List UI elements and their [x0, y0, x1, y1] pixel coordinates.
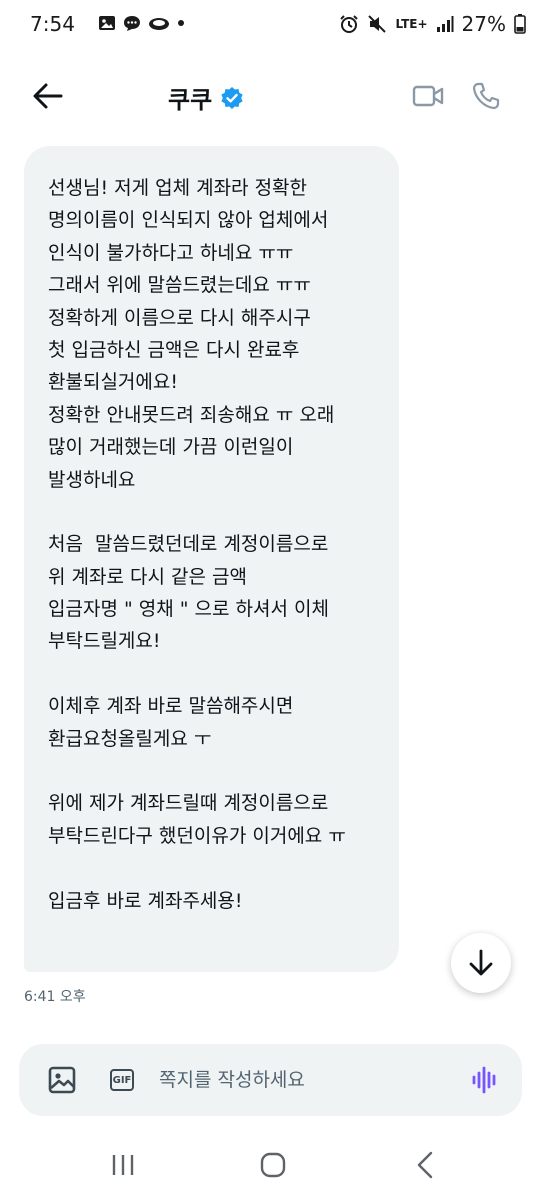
message-line: 정확하게 이름으로 다시 해주시구 [48, 306, 311, 329]
verified-badge-icon [221, 86, 243, 109]
battery-icon [514, 14, 526, 34]
status-bar: 7:54 LTE+ 27% [0, 0, 540, 50]
message-line: 입금자명 " 영채 " 으로 하셔서 이체 [48, 598, 329, 621]
message-line: 인식이 불가하다고 하네요 ㅠㅠ [48, 241, 294, 264]
attach-image-button[interactable] [45, 1063, 79, 1097]
recent-apps-icon [112, 1155, 134, 1175]
message-line [48, 852, 399, 884]
message-line: 처음 말씀드렸던데로 계정이름으로 [48, 533, 329, 556]
message-composer: GIF [19, 1044, 522, 1116]
message-line: 입금후 바로 계좌주세용! [48, 889, 243, 912]
phone-icon [472, 82, 500, 110]
conversation-title: 쿠쿠 [168, 86, 213, 114]
message-line: 그래서 위에 말씀드렸는데요 ㅠㅠ [48, 274, 311, 297]
status-time: 7:54 [30, 12, 75, 36]
message-line: 발생하네요 [48, 468, 136, 491]
gallery-icon [99, 16, 115, 30]
image-icon [48, 1066, 76, 1094]
arrow-down-icon [469, 949, 493, 976]
message-line: 정확한 안내못드려 죄송해요 ㅠ 오래 [48, 403, 335, 426]
message-line: 이체후 계좌 바로 말씀해주시면 [48, 695, 294, 718]
home-icon [260, 1152, 286, 1178]
conversation-header: 쿠쿠 [0, 62, 540, 130]
dot-icon [178, 20, 184, 26]
system-navigation-bar [0, 1130, 540, 1200]
message-line: 부탁드린다구 했던이유가 이거에요 ㅠ [48, 824, 346, 847]
voice-wave-icon [472, 1066, 496, 1094]
video-call-button[interactable] [408, 76, 448, 116]
message-line: 많이 거래했는데 가끔 이런일이 [48, 436, 294, 459]
message-line: 위에 제가 계좌드릴때 계정이름으로 [48, 792, 329, 815]
gif-icon: GIF [110, 1069, 134, 1091]
battery-percent: 27% [461, 12, 506, 36]
message-line: 명의이름이 인식되지 않아 업체에서 [48, 209, 329, 232]
back-button[interactable] [28, 76, 68, 116]
voice-call-button[interactable] [466, 76, 506, 116]
scroll-to-bottom-button[interactable] [451, 933, 511, 993]
conversation-title-group[interactable]: 쿠쿠 [168, 80, 244, 115]
message-line: 환불되실거에요! [48, 371, 178, 394]
recent-apps-button[interactable] [108, 1152, 138, 1178]
message-line [48, 755, 399, 787]
message-line: 위 계좌로 다시 같은 금액 [48, 565, 247, 588]
chat-icon [124, 16, 140, 31]
voice-message-button[interactable] [467, 1062, 503, 1098]
message-bubble[interactable]: 선생님! 저게 업체 계좌라 정확한 명의이름이 인식되지 않아 업체에서 인식… [24, 146, 399, 972]
notification-icons [98, 14, 186, 32]
gif-button[interactable]: GIF [107, 1066, 137, 1094]
video-call-icon [412, 85, 444, 107]
message-line: 선생님! 저게 업체 계좌라 정확한 [48, 177, 308, 199]
alarm-icon [340, 15, 359, 33]
message-line: 첫 입금하신 금액은 다시 완료후 [48, 338, 300, 361]
message-line: 환급요청올릴게요 ㅜ [48, 727, 212, 750]
message-line: 부탁드릴게요! [48, 630, 161, 653]
message-line [48, 658, 399, 690]
signal-icon [436, 16, 454, 32]
message-input[interactable] [159, 1064, 449, 1096]
home-button[interactable] [258, 1150, 288, 1180]
nav-back-icon [417, 1151, 433, 1179]
network-label: LTE+ [395, 17, 428, 31]
cloud-icon [149, 18, 169, 30]
message-line [48, 496, 399, 528]
system-back-button[interactable] [410, 1150, 440, 1180]
system-icons: LTE+ 27% [339, 12, 526, 36]
message-timestamp: 6:41 오후 [24, 989, 86, 1005]
back-arrow-icon [33, 83, 63, 109]
mute-icon [368, 15, 387, 33]
